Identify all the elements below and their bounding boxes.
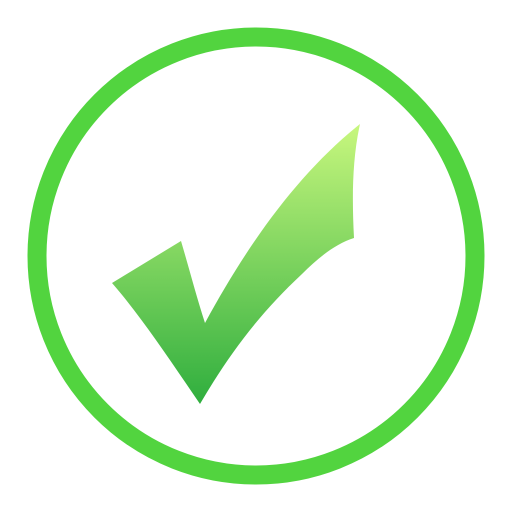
check-mark — [112, 124, 360, 404]
checkmark-circle-icon — [0, 0, 512, 512]
checkmark-icon-svg — [27, 27, 485, 485]
